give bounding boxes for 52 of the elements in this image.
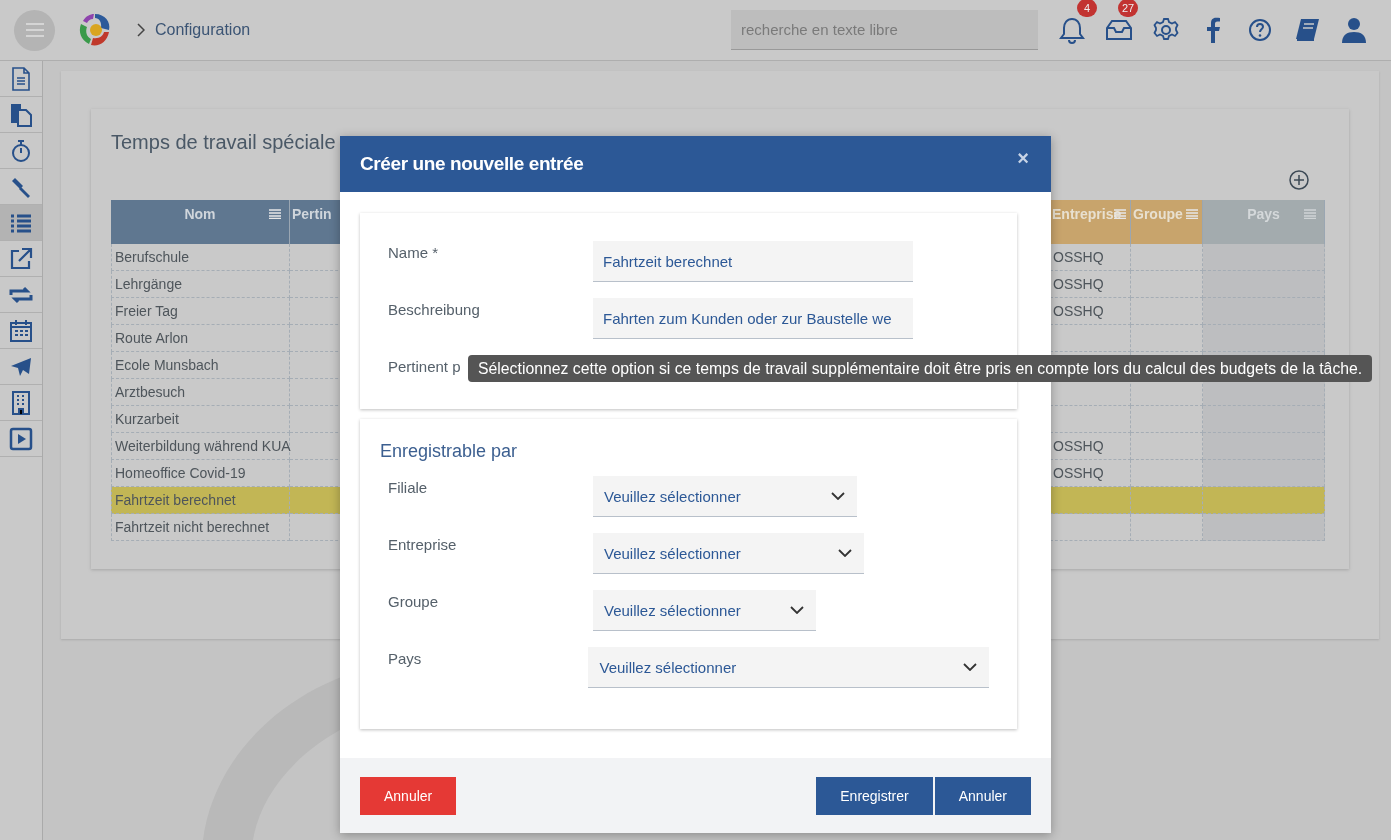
- chevron-down-icon: [963, 663, 977, 671]
- save-button[interactable]: Enregistrer: [816, 776, 933, 815]
- table-cell: Lehrgänge: [111, 271, 290, 298]
- stopwatch-icon: [9, 138, 33, 163]
- play-icon: [9, 426, 33, 451]
- add-icon[interactable]: [1289, 170, 1309, 190]
- close-button[interactable]: ×: [1017, 146, 1029, 170]
- building-icon: [9, 390, 33, 415]
- input-field[interactable]: Fahrten zum Kunden oder zur Baustelle we: [593, 298, 913, 339]
- breadcrumb-link[interactable]: Configuration: [155, 21, 251, 39]
- field-label: Entreprise: [388, 535, 458, 553]
- field-label: Filiale: [388, 478, 429, 496]
- external-link-icon: [9, 246, 33, 271]
- calendar-icon: [9, 318, 33, 343]
- dropdown-field[interactable]: Veuillez sélectionner: [593, 590, 816, 631]
- notification-badge: 4: [1077, 0, 1097, 17]
- document-icon: [9, 66, 33, 91]
- table-cell: Ecole Munsbach: [111, 352, 290, 379]
- cancel-button[interactable]: Annuler: [934, 776, 1031, 815]
- table-cell: Fahrtzeit berechnet: [111, 487, 290, 514]
- field-label: Groupe: [388, 592, 440, 610]
- sidebar-item[interactable]: [0, 205, 42, 241]
- dropdown-field[interactable]: Veuillez sélectionner: [593, 476, 857, 517]
- dialog-title: Créer une nouvelle entrée: [360, 153, 585, 175]
- table-cell: Arztbesuch: [111, 379, 290, 406]
- table-cell: Weiterbildung während KUA: [111, 433, 290, 460]
- table-cell: Fahrtzeit nicht berechnet: [111, 514, 290, 541]
- table-cell: Kurzarbeit: [111, 406, 290, 433]
- input-field[interactable]: Fahrtzeit berechnet: [593, 241, 913, 282]
- field-label: Beschreibung: [388, 300, 481, 318]
- copy-icon: [9, 102, 33, 127]
- section-title: Enregistrable par: [380, 441, 519, 462]
- field-label: Pertinent p: [388, 357, 461, 375]
- column-menu-icon[interactable]: [269, 209, 281, 219]
- chevron-down-icon: [831, 492, 845, 500]
- chevron-right-icon: [137, 23, 145, 37]
- field-label: Name *: [388, 243, 440, 261]
- table-cell: Berufschule: [111, 244, 290, 271]
- dropdown-field[interactable]: Veuillez sélectionner: [588, 647, 989, 688]
- table-cell: [1131, 487, 1203, 514]
- cancel-button[interactable]: Annuler: [360, 776, 457, 815]
- table-cell: Freier Tag: [111, 298, 290, 325]
- field-label: Pays: [388, 649, 423, 667]
- table-cell: Route Arlon: [111, 325, 290, 352]
- chevron-down-icon: [790, 606, 804, 614]
- chevron-down-icon: [838, 549, 852, 557]
- message-badge: 27: [1118, 0, 1138, 17]
- tooltip: Sélectionnez cette option si ce temps de travail supplémentaire doit être pris en compte lors du calcul des budgets de la tâche.: [468, 355, 1373, 382]
- menu-icon: [24, 23, 45, 37]
- panel-title: Temps de travail spéciale: [111, 131, 337, 154]
- dropdown-field[interactable]: Veuillez sélectionner: [593, 533, 864, 574]
- search-field[interactable]: recherche en texte libre: [731, 10, 1038, 50]
